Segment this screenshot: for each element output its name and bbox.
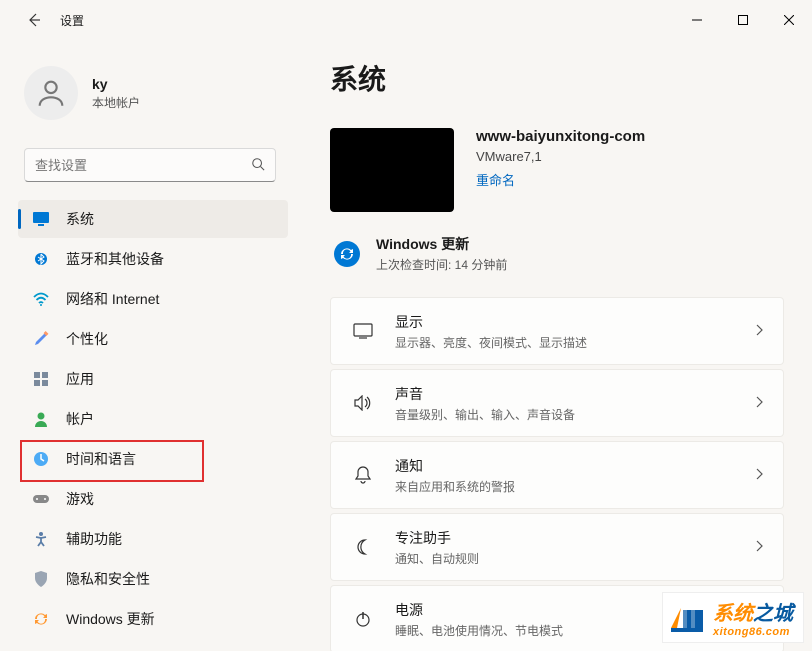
watermark-url: xitong86.com [713, 626, 793, 638]
search-icon [251, 157, 265, 174]
setting-item-display[interactable]: 显示 显示器、亮度、夜间模式、显示描述 [330, 297, 784, 365]
account-block[interactable]: ky 本地帐户 [0, 50, 300, 140]
moon-icon [351, 539, 375, 555]
bell-icon [351, 466, 375, 484]
avatar [24, 66, 78, 120]
sidebar-item-personalization[interactable]: 个性化 [18, 320, 288, 358]
setting-title: 专注助手 [395, 528, 755, 548]
update-title: Windows 更新 [376, 234, 507, 254]
clock-globe-icon [32, 450, 50, 468]
sidebar-item-label: 游戏 [66, 489, 94, 509]
search-box[interactable] [24, 148, 276, 182]
setting-sub: 音量级别、输出、输入、声音设备 [395, 406, 755, 423]
sidebar-item-label: 时间和语言 [66, 449, 136, 469]
device-info-block: www-baiyunxitong-com VMware7,1 重命名 [330, 128, 784, 212]
update-icon [32, 610, 50, 628]
sidebar-item-gaming[interactable]: 游戏 [18, 480, 288, 518]
device-image [330, 128, 454, 212]
sidebar-item-accounts[interactable]: 帐户 [18, 400, 288, 438]
setting-sub: 显示器、亮度、夜间模式、显示描述 [395, 334, 755, 351]
sidebar-item-label: Windows 更新 [66, 609, 155, 629]
sidebar-item-label: 隐私和安全性 [66, 569, 150, 589]
setting-item-sound[interactable]: 声音 音量级别、输出、输入、声音设备 [330, 369, 784, 437]
sidebar-item-system[interactable]: 系统 [18, 200, 288, 238]
sidebar-item-label: 帐户 [66, 409, 94, 429]
person-icon [32, 410, 50, 428]
sound-icon [351, 395, 375, 411]
sidebar-item-network[interactable]: 网络和 Internet [18, 280, 288, 318]
chevron-right-icon [755, 323, 763, 339]
sidebar-item-time-language[interactable]: 时间和语言 [18, 440, 288, 478]
apps-icon [32, 370, 50, 388]
watermark-logo-icon [669, 600, 705, 636]
setting-title: 显示 [395, 312, 755, 332]
system-icon [32, 210, 50, 228]
device-model: VMware7,1 [476, 149, 645, 164]
sidebar-item-update[interactable]: Windows 更新 [18, 600, 288, 638]
search-input[interactable] [35, 158, 251, 173]
sidebar-item-apps[interactable]: 应用 [18, 360, 288, 398]
setting-item-focus[interactable]: 专注助手 通知、自动规则 [330, 513, 784, 581]
sidebar-item-privacy[interactable]: 隐私和安全性 [18, 560, 288, 598]
brush-icon [32, 330, 50, 348]
account-name: ky [92, 76, 140, 92]
setting-sub: 通知、自动规则 [395, 550, 755, 567]
maximize-button[interactable] [720, 0, 766, 40]
account-type: 本地帐户 [92, 94, 140, 111]
chevron-right-icon [755, 395, 763, 411]
setting-title: 声音 [395, 384, 755, 404]
sidebar-item-label: 蓝牙和其他设备 [66, 249, 164, 269]
bluetooth-icon [32, 250, 50, 268]
sidebar-item-label: 辅助功能 [66, 529, 122, 549]
watermark: 系统之城 xitong86.com [662, 592, 804, 643]
rename-link[interactable]: 重命名 [476, 170, 645, 189]
accessibility-icon [32, 530, 50, 548]
sidebar-item-label: 个性化 [66, 329, 108, 349]
update-sync-icon [334, 241, 360, 267]
sidebar-item-bluetooth[interactable]: 蓝牙和其他设备 [18, 240, 288, 278]
shield-icon [32, 570, 50, 588]
gamepad-icon [32, 490, 50, 508]
setting-sub: 来自应用和系统的警报 [395, 478, 755, 495]
window-title: 设置 [60, 12, 84, 29]
setting-title: 通知 [395, 456, 755, 476]
watermark-text: 系统之城 [713, 597, 793, 626]
chevron-right-icon [755, 467, 763, 483]
power-icon [351, 611, 375, 627]
display-icon [351, 323, 375, 339]
windows-update-row[interactable]: Windows 更新 上次检查时间: 14 分钟前 [330, 234, 784, 273]
close-button[interactable] [766, 0, 812, 40]
page-title: 系统 [330, 58, 784, 98]
sidebar-item-accessibility[interactable]: 辅助功能 [18, 520, 288, 558]
wifi-icon [32, 290, 50, 308]
chevron-right-icon [755, 539, 763, 555]
update-sub: 上次检查时间: 14 分钟前 [376, 256, 507, 273]
sidebar-item-label: 系统 [66, 209, 94, 229]
back-button[interactable] [24, 10, 44, 30]
sidebar-item-label: 网络和 Internet [66, 289, 159, 309]
sidebar-item-label: 应用 [66, 369, 94, 389]
setting-item-notifications[interactable]: 通知 来自应用和系统的警报 [330, 441, 784, 509]
device-name: www-baiyunxitong-com [476, 128, 645, 145]
minimize-button[interactable] [674, 0, 720, 40]
